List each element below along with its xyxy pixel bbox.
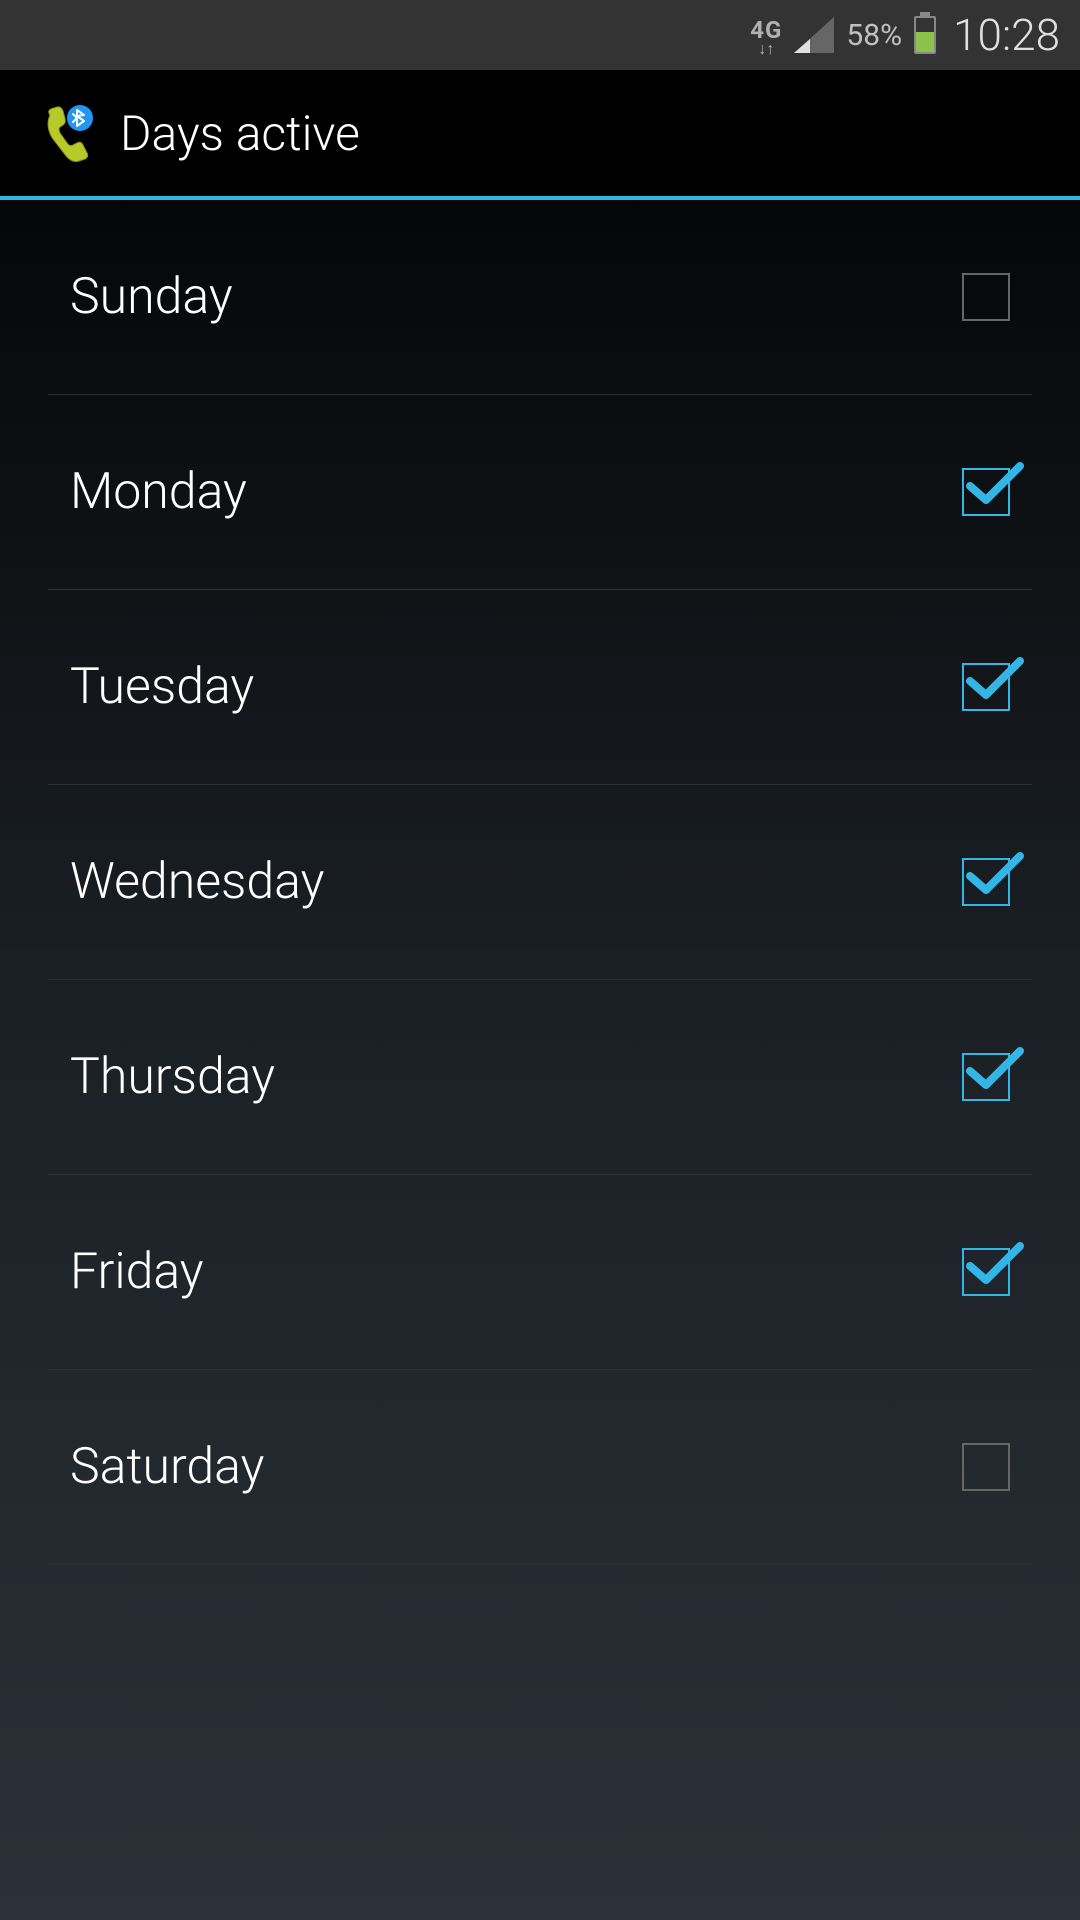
checkmark-icon: [966, 458, 1024, 510]
day-label: Wednesday: [70, 853, 324, 911]
day-item-sunday[interactable]: Sunday: [48, 200, 1032, 395]
checkbox-wednesday[interactable]: [962, 858, 1010, 906]
day-item-monday[interactable]: Monday: [48, 395, 1032, 590]
day-label: Sunday: [70, 268, 233, 326]
day-item-wednesday[interactable]: Wednesday: [48, 785, 1032, 980]
checkbox-thursday[interactable]: [962, 1053, 1010, 1101]
checkmark-icon: [966, 653, 1024, 705]
checkbox-tuesday[interactable]: [962, 663, 1010, 711]
status-bar: 4G ↓↑ 58% 10:28: [0, 0, 1080, 70]
day-label: Friday: [70, 1243, 204, 1301]
checkbox-saturday[interactable]: [962, 1443, 1010, 1491]
app-icon: [35, 103, 95, 163]
day-item-saturday[interactable]: Saturday: [48, 1370, 1032, 1565]
clock: 10:28: [953, 9, 1060, 61]
day-label: Tuesday: [70, 658, 254, 716]
action-bar: Days active: [0, 70, 1080, 200]
day-item-tuesday[interactable]: Tuesday: [48, 590, 1032, 785]
day-list: Sunday Monday Tuesday Wednesday: [0, 200, 1080, 1565]
checkmark-icon: [966, 1043, 1024, 1095]
network-type-icon: 4G ↓↑: [750, 16, 782, 54]
battery-percentage: 58%: [846, 18, 902, 53]
signal-strength-icon: [794, 17, 834, 53]
day-label: Monday: [70, 463, 247, 521]
day-label: Saturday: [70, 1438, 264, 1496]
day-item-friday[interactable]: Friday: [48, 1175, 1032, 1370]
battery-icon: [914, 16, 936, 54]
checkbox-sunday[interactable]: [962, 273, 1010, 321]
day-label: Thursday: [70, 1048, 275, 1106]
day-item-thursday[interactable]: Thursday: [48, 980, 1032, 1175]
checkbox-friday[interactable]: [962, 1248, 1010, 1296]
network-activity-icon: ↓↑: [758, 44, 774, 54]
checkmark-icon: [966, 848, 1024, 900]
checkmark-icon: [966, 1238, 1024, 1290]
checkbox-monday[interactable]: [962, 468, 1010, 516]
page-title: Days active: [120, 105, 360, 162]
